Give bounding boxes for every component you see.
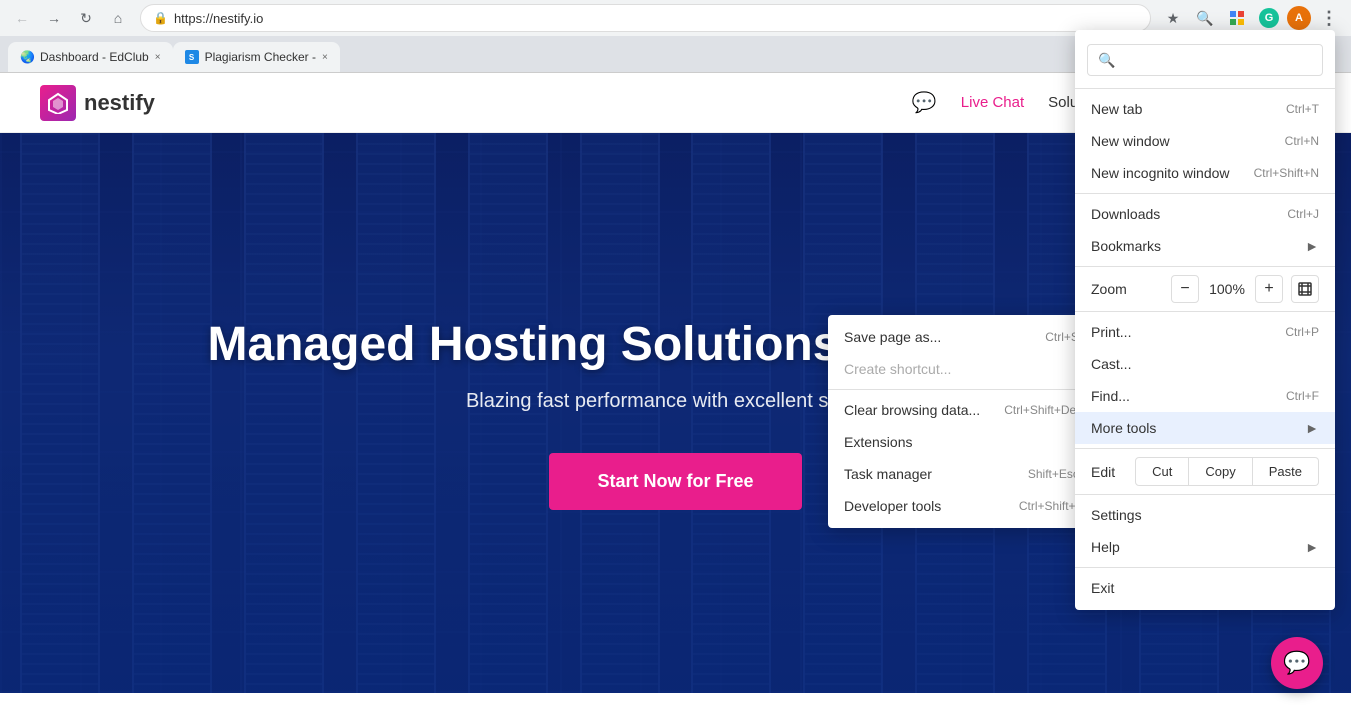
- chrome-divider-1: [1075, 193, 1335, 194]
- more-tools-arrow-icon: ►: [1305, 420, 1319, 436]
- url-text: https://nestify.io: [174, 11, 263, 26]
- chrome-divider-5: [1075, 494, 1335, 495]
- cm-find[interactable]: Find... Ctrl+F: [1075, 380, 1335, 412]
- cm-print[interactable]: Print... Ctrl+P: [1075, 316, 1335, 348]
- cm-cast[interactable]: Cast...: [1075, 348, 1335, 380]
- edit-row: Edit Cut Copy Paste: [1075, 453, 1335, 490]
- chrome-divider-2: [1075, 266, 1335, 267]
- chrome-search-box: 🔍: [1087, 44, 1323, 76]
- zoom-plus-button[interactable]: +: [1255, 275, 1283, 303]
- tab-favicon-plagiarism: S: [185, 50, 199, 64]
- logo-area: nestify: [40, 85, 155, 121]
- bookmark-star-button[interactable]: ★: [1159, 4, 1187, 32]
- ctx-save-page[interactable]: Save page as... Ctrl+S: [828, 321, 1095, 353]
- chat-bubble-icon: 💬: [1283, 650, 1310, 676]
- zoom-value: 100%: [1207, 281, 1247, 297]
- back-button[interactable]: ←: [8, 4, 36, 32]
- home-button[interactable]: ⌂: [104, 4, 132, 32]
- address-bar[interactable]: 🔒 https://nestify.io: [140, 4, 1151, 32]
- nestify-logo-icon: [40, 85, 76, 121]
- menu-button[interactable]: ⋮: [1315, 4, 1343, 32]
- help-arrow-icon: ►: [1305, 539, 1319, 555]
- chrome-divider-6: [1075, 567, 1335, 568]
- context-menu: Save page as... Ctrl+S Create shortcut..…: [828, 315, 1095, 528]
- reload-button[interactable]: ↻: [72, 4, 100, 32]
- lens-button[interactable]: 🔍: [1191, 4, 1219, 32]
- ctx-developer-tools[interactable]: Developer tools Ctrl+Shift+I: [828, 490, 1095, 522]
- chrome-menu: 🔍 New tab Ctrl+T New window Ctrl+N New i…: [1075, 30, 1335, 610]
- nav-buttons: ← → ↻ ⌂: [8, 4, 132, 32]
- tab-edclub[interactable]: 🌏 Dashboard - EdClub ×: [8, 42, 173, 72]
- cm-exit[interactable]: Exit: [1075, 572, 1335, 604]
- chat-icon: 💬: [912, 90, 937, 115]
- toolbar-icons: ★ 🔍 G A ⋮: [1159, 4, 1343, 32]
- cm-settings[interactable]: Settings: [1075, 499, 1335, 531]
- cm-incognito[interactable]: New incognito window Ctrl+Shift+N: [1075, 157, 1335, 189]
- cm-more-tools[interactable]: More tools ►: [1075, 412, 1335, 444]
- tab-label-edclub: Dashboard - EdClub: [40, 50, 149, 64]
- ctx-clear-browsing[interactable]: Clear browsing data... Ctrl+Shift+Del: [828, 394, 1095, 426]
- tab-favicon-edclub: 🌏: [20, 50, 34, 64]
- cm-new-window[interactable]: New window Ctrl+N: [1075, 125, 1335, 157]
- chrome-search-icon: 🔍: [1098, 52, 1115, 69]
- tab-plagiarism[interactable]: S Plagiarism Checker - ×: [173, 42, 340, 72]
- zoom-control: Zoom − 100% +: [1075, 271, 1335, 307]
- ctx-task-manager[interactable]: Task manager Shift+Esc: [828, 458, 1095, 490]
- grammarly-button[interactable]: G: [1255, 4, 1283, 32]
- chrome-divider-3: [1075, 311, 1335, 312]
- chrome-divider-0: [1075, 88, 1335, 89]
- logo-text: nestify: [84, 90, 155, 116]
- zoom-fullscreen-button[interactable]: [1291, 275, 1319, 303]
- extension-new-button[interactable]: [1223, 4, 1251, 32]
- chrome-divider-4: [1075, 448, 1335, 449]
- chrome-search-area: 🔍: [1075, 36, 1335, 84]
- hero-cta-button[interactable]: Start Now for Free: [549, 453, 801, 510]
- tab-label-plagiarism: Plagiarism Checker -: [205, 50, 316, 64]
- lock-icon: 🔒: [153, 11, 168, 25]
- chat-bubble[interactable]: 💬: [1271, 637, 1323, 689]
- tab-close-edclub[interactable]: ×: [155, 52, 161, 63]
- edit-copy-button[interactable]: Copy: [1189, 457, 1252, 486]
- profile-icon[interactable]: A: [1287, 6, 1311, 30]
- cm-downloads[interactable]: Downloads Ctrl+J: [1075, 198, 1335, 230]
- zoom-minus-button[interactable]: −: [1171, 275, 1199, 303]
- cm-help[interactable]: Help ►: [1075, 531, 1335, 563]
- edit-cut-button[interactable]: Cut: [1135, 457, 1189, 486]
- tab-close-plagiarism[interactable]: ×: [322, 52, 328, 63]
- nav-live-chat[interactable]: Live Chat: [961, 94, 1024, 111]
- ctx-extensions[interactable]: Extensions: [828, 426, 1095, 458]
- bookmarks-arrow-icon: ►: [1305, 238, 1319, 254]
- ctx-divider-1: [828, 389, 1095, 390]
- cm-new-tab[interactable]: New tab Ctrl+T: [1075, 93, 1335, 125]
- forward-button[interactable]: →: [40, 4, 68, 32]
- zoom-buttons: − 100% +: [1171, 275, 1319, 303]
- ctx-create-shortcut: Create shortcut...: [828, 353, 1095, 385]
- edit-paste-button[interactable]: Paste: [1253, 457, 1319, 486]
- context-menu-overlay: Save page as... Ctrl+S Create shortcut..…: [828, 315, 1095, 528]
- cm-bookmarks[interactable]: Bookmarks ►: [1075, 230, 1335, 262]
